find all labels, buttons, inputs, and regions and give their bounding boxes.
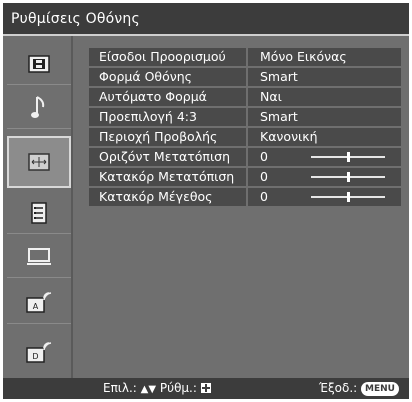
vertical-size-slider[interactable] bbox=[311, 192, 385, 202]
setting-row-display-area[interactable]: Περιοχή Προβολής Κανονική bbox=[89, 128, 401, 146]
arrow-down-icon: ▼ bbox=[148, 384, 157, 395]
screen-settings-icon bbox=[28, 153, 50, 171]
setting-label: Προεπιλογή 4:3 bbox=[89, 108, 246, 126]
horizontal-shift-slider[interactable] bbox=[311, 152, 385, 162]
setting-row-screen-format[interactable]: Φορμά Οθόνης Smart bbox=[89, 68, 401, 86]
setting-row-auto-format[interactable]: Αυτόματο Φορμά Ναι bbox=[89, 88, 401, 106]
slider-value: 0 bbox=[260, 169, 268, 184]
setting-row-default-4-3[interactable]: Προεπιλογή 4:3 Smart bbox=[89, 108, 401, 126]
setting-row-target-inputs[interactable]: Είσοδοι Προορισμού Μόνο Εικόνας bbox=[89, 48, 401, 66]
slider-value: 0 bbox=[260, 149, 268, 164]
setting-label: Περιοχή Προβολής bbox=[89, 128, 246, 146]
sidebar: A D bbox=[7, 43, 71, 374]
setting-value: Ναι bbox=[248, 88, 401, 106]
footer-exit-hint: Έξοδ.: MENU bbox=[319, 381, 399, 396]
sidebar-item-screen[interactable] bbox=[7, 136, 71, 188]
sidebar-item-picture[interactable] bbox=[7, 43, 71, 85]
slider-knob[interactable] bbox=[347, 192, 350, 202]
sidebar-item-features[interactable] bbox=[7, 192, 71, 234]
sidebar-item-pc[interactable] bbox=[7, 236, 71, 278]
slider-value: 0 bbox=[260, 189, 268, 204]
sound-note-icon bbox=[31, 95, 45, 118]
svg-text:A: A bbox=[33, 302, 39, 311]
setting-label: Κατακόρ Μετατόπιση bbox=[89, 168, 246, 186]
main-panel: A D Είσοδοι Προορισμού Μόνο Εικόνας Φορμ… bbox=[3, 36, 409, 378]
setting-value: Smart bbox=[248, 108, 401, 126]
setting-value: Smart bbox=[248, 68, 401, 86]
setting-value: Μόνο Εικόνας bbox=[248, 48, 401, 66]
page-title: Ρυθμίσεις Οθόνης bbox=[11, 11, 140, 27]
setting-value: 0 bbox=[248, 148, 401, 166]
setting-value: 0 bbox=[248, 188, 401, 206]
dpad-icon bbox=[200, 383, 211, 393]
features-list-icon bbox=[31, 201, 47, 224]
sidebar-item-digital[interactable]: D bbox=[7, 332, 71, 374]
select-label: Επιλ.: bbox=[103, 381, 137, 395]
pc-monitor-icon bbox=[27, 247, 51, 265]
setting-row-vertical-shift[interactable]: Κατακόρ Μετατόπιση 0 bbox=[89, 168, 401, 186]
analog-channel-icon: A bbox=[26, 291, 52, 313]
setting-value: 0 bbox=[248, 168, 401, 186]
setting-label: Αυτόματο Φορμά bbox=[89, 88, 246, 106]
sidebar-item-analog[interactable]: A bbox=[7, 282, 71, 324]
picture-icon bbox=[28, 54, 50, 73]
sidebar-divider bbox=[71, 36, 73, 378]
setting-label: Είσοδοι Προορισμού bbox=[89, 48, 246, 66]
setting-row-horizontal-shift[interactable]: Οριζόντ Μετατόπιση 0 bbox=[89, 148, 401, 166]
menu-key-icon[interactable]: MENU bbox=[361, 382, 399, 396]
screen-settings-window: Ρυθμίσεις Οθόνης A D Είσοδοι Προορισμού … bbox=[3, 3, 409, 399]
slider-knob[interactable] bbox=[347, 152, 350, 162]
setting-value: Κανονική bbox=[248, 128, 401, 146]
adjust-label: Ρύθμ.: bbox=[159, 381, 197, 395]
setting-label: Κατακόρ Μέγεθος bbox=[89, 188, 246, 206]
slider-knob[interactable] bbox=[347, 172, 350, 182]
footer-navigation-hint: Επιλ.: ▲▼ Ρύθμ.: bbox=[103, 381, 211, 395]
title-bar: Ρυθμίσεις Οθόνης bbox=[3, 3, 409, 36]
digital-channel-icon: D bbox=[26, 342, 52, 363]
exit-label: Έξοδ.: bbox=[319, 381, 358, 395]
sidebar-item-sound[interactable] bbox=[7, 87, 71, 129]
footer-help-bar: Επιλ.: ▲▼ Ρύθμ.: Έξοδ.: MENU bbox=[3, 378, 409, 399]
vertical-shift-slider[interactable] bbox=[311, 172, 385, 182]
setting-label: Φορμά Οθόνης bbox=[89, 68, 246, 86]
setting-row-vertical-size[interactable]: Κατακόρ Μέγεθος 0 bbox=[89, 188, 401, 206]
svg-text:D: D bbox=[32, 352, 38, 361]
setting-label: Οριζόντ Μετατόπιση bbox=[89, 148, 246, 166]
